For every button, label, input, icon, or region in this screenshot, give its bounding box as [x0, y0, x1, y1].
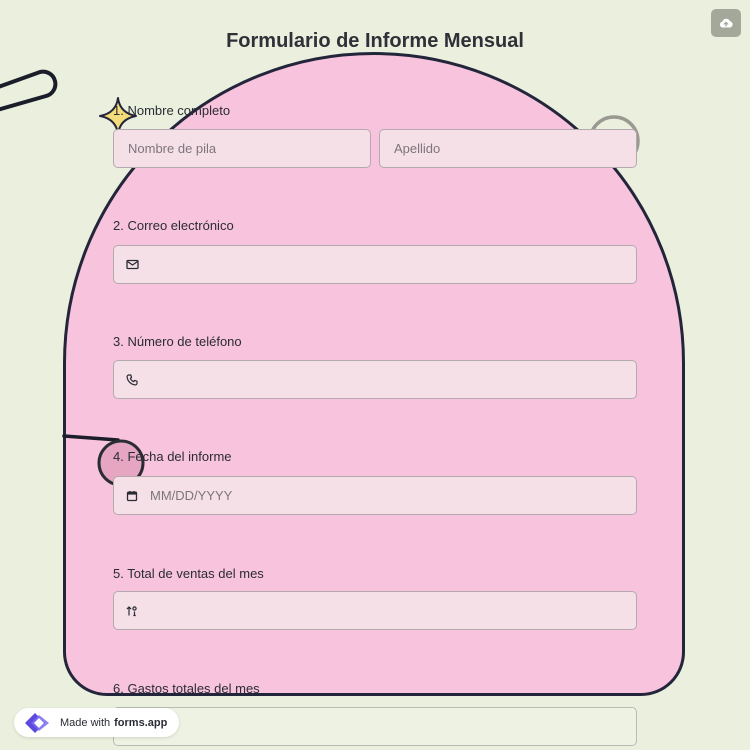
cloud-upload-button[interactable] — [711, 9, 741, 37]
expenses-total-input[interactable] — [114, 708, 636, 745]
pill-outline-decoration — [0, 69, 58, 112]
forms-app-logo-icon — [25, 712, 49, 733]
made-with-text: Made with — [60, 716, 111, 729]
sales-total-input[interactable] — [140, 592, 636, 629]
first-name-input[interactable] — [114, 130, 370, 167]
brand-name: forms.app — [114, 716, 168, 729]
question-3-label: 3. Número de teléfono — [113, 334, 242, 349]
question-5-label: 5. Total de ventas del mes — [113, 566, 264, 581]
email-input[interactable] — [140, 246, 636, 283]
calendar-icon — [124, 488, 140, 504]
last-name-field[interactable] — [379, 129, 637, 168]
question-1-label: 1. Nombre completo — [113, 103, 231, 118]
question-6-label: 6. Gastos totales del mes — [113, 681, 260, 696]
last-name-input[interactable] — [380, 130, 636, 167]
made-with-badge[interactable]: Made with forms.app — [14, 708, 180, 737]
phone-input[interactable] — [140, 361, 636, 398]
date-input[interactable] — [140, 477, 636, 514]
sales-total-field[interactable] — [113, 591, 637, 630]
question-2-label: 2. Correo electrónico — [113, 218, 234, 233]
first-name-field[interactable] — [113, 129, 371, 168]
expenses-total-field[interactable] — [113, 707, 637, 746]
number-icon — [124, 603, 140, 619]
phone-field[interactable] — [113, 360, 637, 399]
date-field[interactable] — [113, 476, 637, 515]
form-title: Formulario de Informe Mensual — [226, 30, 524, 52]
email-field[interactable] — [113, 245, 637, 284]
question-4-label: 4. Fecha del informe — [113, 449, 232, 464]
mail-icon — [124, 257, 140, 273]
cloud-upload-icon — [719, 18, 733, 28]
phone-icon — [124, 372, 140, 388]
